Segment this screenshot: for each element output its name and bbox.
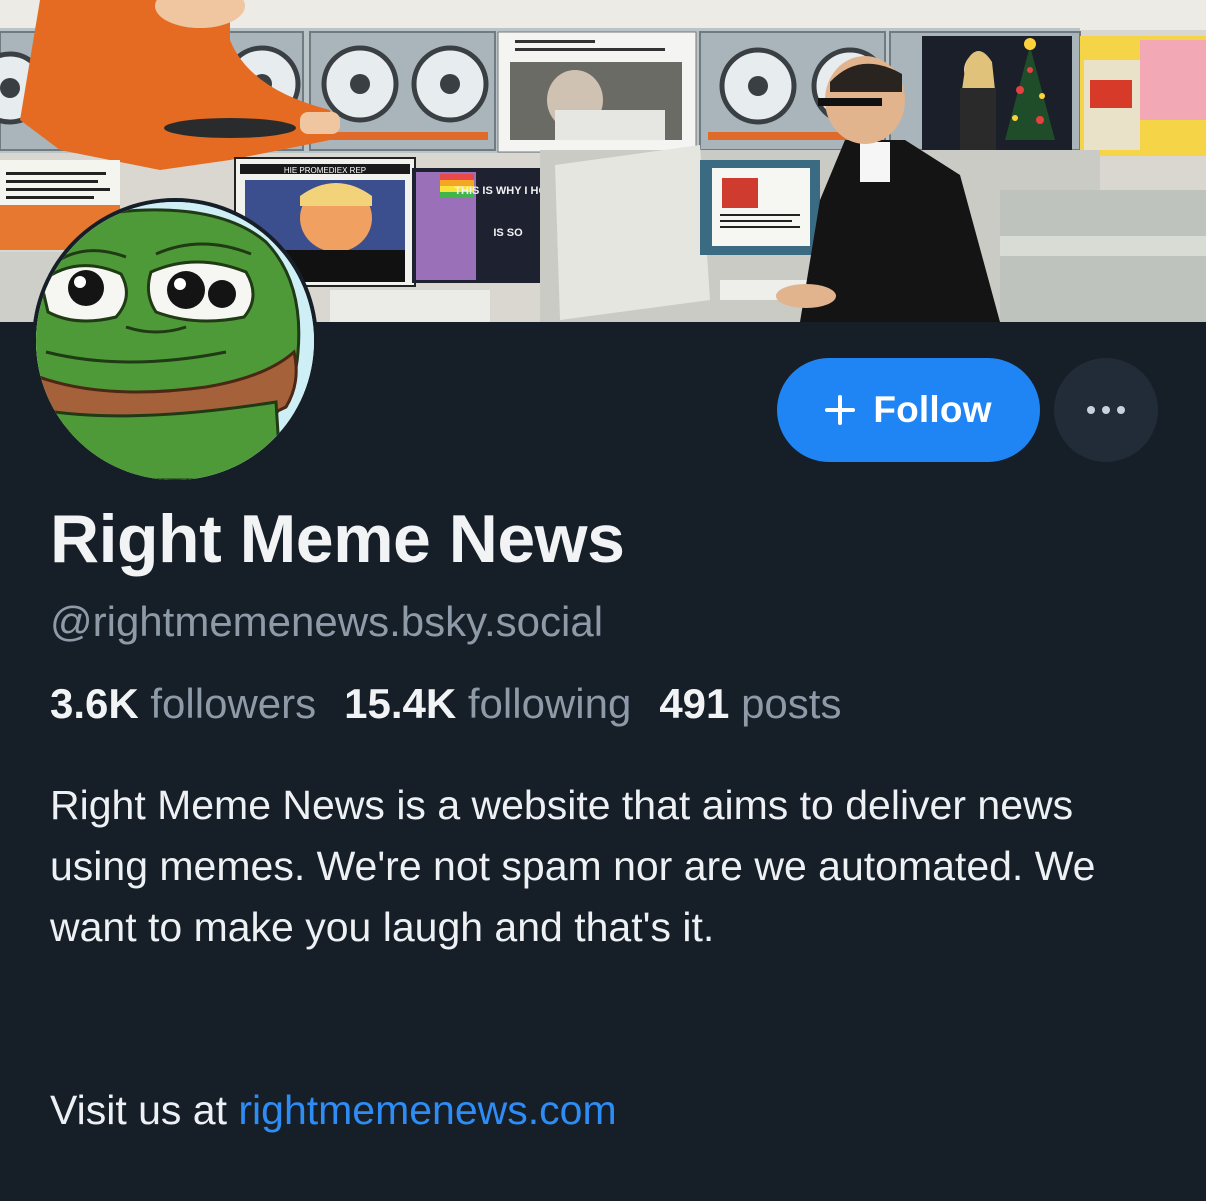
posts-stat: 491 posts <box>659 680 841 728</box>
ellipsis-icon-dot <box>1087 406 1095 414</box>
following-stat[interactable]: 15.4K following <box>344 680 631 728</box>
banner-meme-text-2: IS SO <box>493 227 523 239</box>
plus-icon <box>825 395 856 425</box>
more-options-button[interactable] <box>1054 358 1158 462</box>
ellipsis-icon-dot <box>1117 406 1125 414</box>
profile-handle: @rightmemenews.bsky.social <box>50 598 604 645</box>
profile-stats: 3.6K followers 15.4K following 491 posts <box>50 680 841 728</box>
followers-count: 3.6K <box>50 680 139 727</box>
profile-avatar[interactable] <box>32 198 318 484</box>
profile-page: HIE PROMEDIEX REP THIS IS WHY I HOVE IS … <box>0 0 1206 1201</box>
website-link[interactable]: rightmemenews.com <box>238 1087 616 1133</box>
display-name: Right Meme News <box>50 501 625 577</box>
followers-label: followers <box>150 680 317 727</box>
ellipsis-icon-dot <box>1102 406 1110 414</box>
follow-button[interactable]: Follow <box>777 358 1040 462</box>
following-count: 15.4K <box>344 680 457 727</box>
banner-meme-caption: HIE PROMEDIEX REP <box>284 166 366 175</box>
profile-website-line: Visit us at rightmemenews.com <box>50 1080 617 1141</box>
posts-count: 491 <box>659 680 730 727</box>
visit-prefix: Visit us at <box>50 1087 239 1133</box>
follow-button-label: Follow <box>873 389 992 430</box>
followers-stat[interactable]: 3.6K followers <box>50 680 316 728</box>
posts-label: posts <box>741 680 842 727</box>
pepe-avatar-image <box>36 202 314 480</box>
following-label: following <box>467 680 632 727</box>
profile-bio: Right Meme News is a website that aims t… <box>50 782 1096 950</box>
